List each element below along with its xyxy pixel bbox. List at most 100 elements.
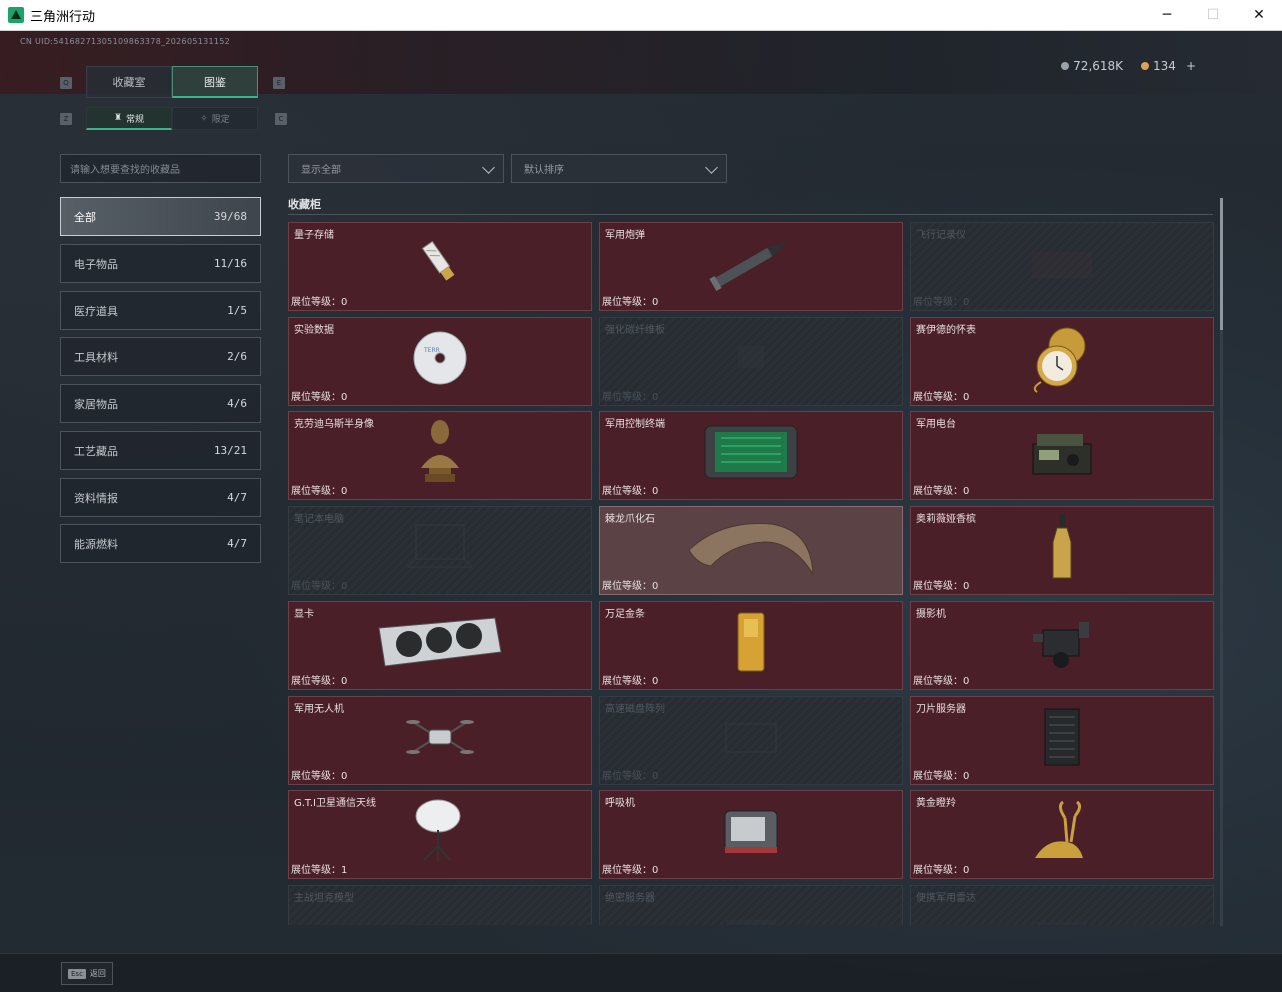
disc-icon: TERR	[410, 328, 470, 392]
card-level: 展位等级：0	[602, 672, 658, 687]
collection-card[interactable]: 棘龙爪化石 展位等级：0	[599, 506, 903, 595]
level-prefix: 展位等级：	[602, 865, 652, 876]
claw-fossil-icon	[681, 512, 821, 586]
card-level: 展位等级：0	[291, 672, 347, 687]
category-fuel[interactable]: 能源燃料 4/7	[60, 524, 261, 563]
minimize-button[interactable]: ─	[1144, 0, 1190, 31]
collection-card[interactable]: 奥莉薇娅香槟 展位等级：0	[910, 506, 1214, 595]
collection-card[interactable]: 军用电台 展位等级：0	[910, 411, 1214, 500]
cabinet-scrollbar[interactable]	[1220, 198, 1223, 926]
card-item-name: 绝密服务器	[605, 893, 655, 904]
collection-card[interactable]: 摄影机展位等级：0	[910, 601, 1214, 690]
card-item-name: 高速磁盘阵列	[605, 704, 665, 715]
collection-card[interactable]: 笔记本电脑 展位等级：0	[288, 506, 592, 595]
category-count: 4/7	[227, 537, 247, 550]
collection-card[interactable]: 刀片服务器展位等级：0	[910, 696, 1214, 785]
level-prefix: 展位等级：	[602, 676, 652, 687]
main-tabs: 收藏室 图鉴	[86, 66, 258, 98]
back-label: 返回	[89, 969, 106, 978]
sort-dropdown[interactable]: 默认排序	[511, 154, 727, 183]
card-level: 展位等级：0	[291, 482, 347, 497]
category-label: 资料情报	[74, 491, 118, 505]
level-value: 0	[652, 771, 659, 782]
category-household[interactable]: 家居物品 4/6	[60, 384, 261, 423]
currency-bar: 72,618K 134 +	[1061, 59, 1196, 73]
level-prefix: 展位等级：	[291, 865, 341, 876]
subtab-limited[interactable]: ✧ 限定	[172, 107, 258, 130]
radar-icon	[1027, 906, 1097, 925]
collection-card[interactable]: 万足金条展位等级：0	[599, 601, 903, 690]
cabinet-divider	[288, 214, 1213, 215]
level-value: 0	[652, 486, 659, 497]
collection-card[interactable]: 军用炮弹 展位等级：0	[599, 222, 903, 311]
card-level: 展位等级：0	[913, 482, 969, 497]
tab-collection-room[interactable]: 收藏室	[86, 66, 172, 98]
category-count: 1/5	[227, 304, 247, 317]
add-currency-button[interactable]: +	[1186, 59, 1196, 73]
card-item-name: G.T.I卫星通信天线	[294, 798, 376, 809]
level-value: 0	[341, 581, 348, 592]
scrollbar-thumb[interactable]	[1220, 198, 1223, 330]
card-item-name: 刀片服务器	[916, 704, 966, 715]
card-item-name: 摄影机	[916, 609, 946, 620]
card-item-name: 军用控制终端	[605, 419, 665, 430]
level-value: 0	[963, 676, 970, 687]
collection-card[interactable]: 实验数据 TERR 展位等级：0	[288, 317, 592, 406]
maximize-button[interactable]: ☐	[1190, 0, 1236, 31]
sub-tabs: ♜ 常规 ✧ 限定	[86, 107, 258, 130]
category-count: 2/6	[227, 350, 247, 363]
category-crafts[interactable]: 工艺藏品 13/21	[60, 431, 261, 470]
camera-icon	[1027, 612, 1097, 676]
game-screen: CN UID:5416827130510986337​8_20260513115…	[0, 31, 1282, 992]
card-level: 展位等级：0	[913, 388, 969, 403]
show-filter-dropdown[interactable]: 显示全部	[288, 154, 504, 183]
collection-card[interactable]: 军用无人机 展位等级：0	[288, 696, 592, 785]
category-electronics[interactable]: 电子物品 11/16	[60, 244, 261, 283]
svg-text:TERR: TERR	[423, 347, 440, 354]
currency-gold: 134 +	[1141, 59, 1196, 73]
collection-card[interactable]: 军用控制终端展位等级：0	[599, 411, 903, 500]
collection-card[interactable]: 赛伊德的怀表 展位等级：0	[910, 317, 1214, 406]
collection-card[interactable]: 主战坦克模型	[288, 885, 592, 925]
collection-card[interactable]: 绝密服务器	[599, 885, 903, 925]
category-label: 工具材料	[74, 350, 118, 364]
level-prefix: 展位等级：	[913, 771, 963, 782]
close-button[interactable]: ✕	[1236, 0, 1282, 31]
collection-card[interactable]: G.T.I卫星通信天线 展位等级：1	[288, 790, 592, 879]
collection-card[interactable]: 量子存储 展位等级：0	[288, 222, 592, 311]
level-value: 0	[652, 865, 659, 876]
card-item-name: 克劳迪乌斯半身像	[294, 419, 374, 430]
category-medical[interactable]: 医疗道具 1/5	[60, 291, 261, 330]
gpu-icon	[375, 612, 505, 676]
category-intel[interactable]: 资料情报 4/7	[60, 478, 261, 517]
category-tools[interactable]: 工具材料 2/6	[60, 337, 261, 376]
card-item-name: 万足金条	[605, 609, 645, 620]
collection-card[interactable]: 强化碳纤维板 展位等级：0	[599, 317, 903, 406]
level-value: 0	[963, 486, 970, 497]
back-button[interactable]: Esc 返回	[61, 962, 113, 985]
category-label: 全部	[74, 210, 96, 224]
category-all[interactable]: 全部 39/68	[60, 197, 261, 236]
collection-card[interactable]: 呼吸机 展位等级：0	[599, 790, 903, 879]
category-count: 11/16	[213, 257, 247, 270]
card-level: 展位等级：0	[913, 293, 969, 308]
category-count: 4/7	[227, 491, 247, 504]
search-input[interactable]: 请输入想要查找的收藏品	[60, 154, 261, 183]
collection-card[interactable]: 飞行记录仪 展位等级：0	[910, 222, 1214, 311]
level-value: 0	[963, 771, 970, 782]
collection-card[interactable]: 黄金瞪羚 展位等级：0	[910, 790, 1214, 879]
collection-card[interactable]: 便携军用雷达	[910, 885, 1214, 925]
card-level: 展位等级：0	[602, 388, 658, 403]
card-level: 展位等级：0	[602, 482, 658, 497]
collection-card[interactable]: 高速磁盘阵列 展位等级：0	[599, 696, 903, 785]
category-label: 工艺藏品	[74, 444, 118, 458]
subtab-regular[interactable]: ♜ 常规	[86, 107, 172, 130]
level-prefix: 展位等级：	[291, 486, 341, 497]
card-level: 展位等级：0	[913, 577, 969, 592]
collection-card[interactable]: 显卡 展位等级：0	[288, 601, 592, 690]
collection-card[interactable]: 克劳迪乌斯半身像展位等级：0	[288, 411, 592, 500]
level-prefix: 展位等级：	[913, 676, 963, 687]
tab-codex[interactable]: 图鉴	[172, 66, 258, 98]
key-hint-z: Z	[60, 113, 72, 125]
card-item-name: 便携军用雷达	[916, 893, 976, 904]
